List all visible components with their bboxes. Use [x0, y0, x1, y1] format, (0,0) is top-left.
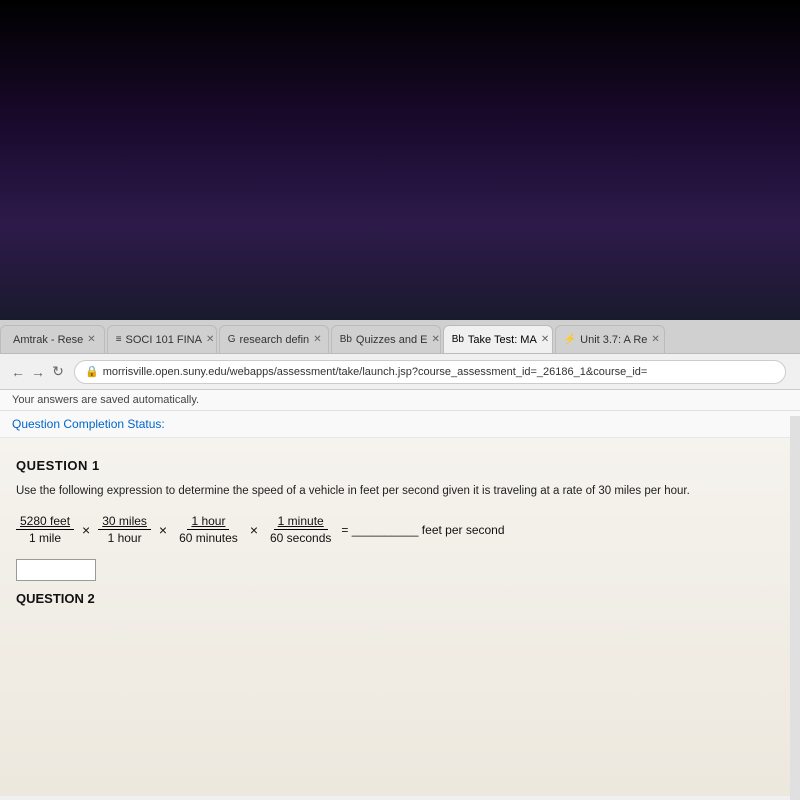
tab-quizzes-close[interactable]: ✕	[431, 334, 439, 345]
address-text: morrisville.open.suny.edu/webapps/assess…	[103, 366, 648, 378]
question2-label: QUESTION 2	[16, 591, 784, 606]
tab-taketest-close[interactable]: ✕	[541, 334, 549, 345]
tab-taketest[interactable]: Bb Take Test: MA ✕	[443, 325, 553, 353]
tab-quizzes-icon: Bb	[340, 334, 352, 345]
tab-google-label: research defin	[239, 334, 309, 346]
fraction3: 1 hour 60 minutes	[175, 514, 242, 545]
tab-unit-close[interactable]: ✕	[651, 334, 659, 345]
times2: ×	[157, 522, 169, 538]
fraction1-denominator: 1 mile	[25, 530, 65, 545]
equals-blank: = __________ feet per second	[341, 523, 504, 537]
tab-soci-close[interactable]: ✕	[206, 334, 214, 345]
tab-quizzes[interactable]: Bb Quizzes and E ✕	[331, 325, 441, 353]
tab-google-close[interactable]: ✕	[313, 334, 321, 345]
tab-google-icon: G	[228, 334, 236, 345]
tab-soci-label: SOCI 101 FINA	[126, 334, 202, 346]
address-bar-row: ← → ↻ 🔒 morrisville.open.suny.edu/webapp…	[0, 354, 800, 390]
fraction4-numerator: 1 minute	[274, 514, 328, 530]
tab-soci-icon: ≡	[116, 334, 122, 345]
tab-google[interactable]: G research defin ✕	[219, 325, 329, 353]
tab-unit-icon: ⚡	[564, 334, 576, 345]
dark-background	[0, 0, 800, 320]
fraction4-denominator: 60 seconds	[266, 530, 335, 545]
fraction3-numerator: 1 hour	[187, 514, 229, 530]
browser-window: Amtrak - Rese ✕ ≡ SOCI 101 FINA ✕ G rese…	[0, 320, 800, 800]
tab-amtrak-close[interactable]: ✕	[87, 334, 95, 345]
fraction4: 1 minute 60 seconds	[266, 514, 335, 545]
tab-amtrak[interactable]: Amtrak - Rese ✕	[0, 325, 105, 353]
tab-soci[interactable]: ≡ SOCI 101 FINA ✕	[107, 325, 217, 353]
forward-button[interactable]: →	[28, 362, 48, 382]
info-bar: Your answers are saved automatically.	[0, 390, 800, 411]
address-input[interactable]: 🔒 morrisville.open.suny.edu/webapps/asse…	[74, 360, 786, 384]
times3: ×	[248, 522, 260, 538]
tab-quizzes-label: Quizzes and E	[356, 334, 428, 346]
math-expression: 5280 feet 1 mile × 30 miles 1 hour × 1 h…	[16, 514, 784, 545]
completion-status: Question Completion Status:	[0, 411, 800, 438]
tab-unit-label: Unit 3.7: A Re	[580, 334, 647, 346]
refresh-button[interactable]: ↻	[48, 362, 68, 382]
completion-status-text: Question Completion Status:	[12, 417, 165, 431]
fraction2-numerator: 30 miles	[98, 514, 151, 530]
lock-icon: 🔒	[85, 365, 99, 378]
tab-unit[interactable]: ⚡ Unit 3.7: A Re ✕	[555, 325, 665, 353]
scrollbar[interactable]	[790, 416, 800, 800]
fraction3-denominator: 60 minutes	[175, 530, 242, 545]
tab-amtrak-label: Amtrak - Rese	[13, 334, 83, 346]
tab-taketest-icon: Bb	[452, 334, 464, 345]
answer-input[interactable]	[16, 559, 96, 581]
question1-text: Use the following expression to determin…	[16, 483, 784, 500]
fraction1-numerator: 5280 feet	[16, 514, 74, 530]
tab-bar: Amtrak - Rese ✕ ≡ SOCI 101 FINA ✕ G rese…	[0, 320, 800, 354]
fraction2: 30 miles 1 hour	[98, 514, 151, 545]
times1: ×	[80, 522, 92, 538]
auto-save-notice: Your answers are saved automatically.	[12, 394, 199, 406]
content-area: QUESTION 1 Use the following expression …	[0, 438, 800, 796]
back-button[interactable]: ←	[8, 362, 28, 382]
tab-taketest-label: Take Test: MA	[468, 334, 537, 346]
fraction1: 5280 feet 1 mile	[16, 514, 74, 545]
fraction2-denominator: 1 hour	[104, 530, 146, 545]
question1-label: QUESTION 1	[16, 458, 784, 473]
